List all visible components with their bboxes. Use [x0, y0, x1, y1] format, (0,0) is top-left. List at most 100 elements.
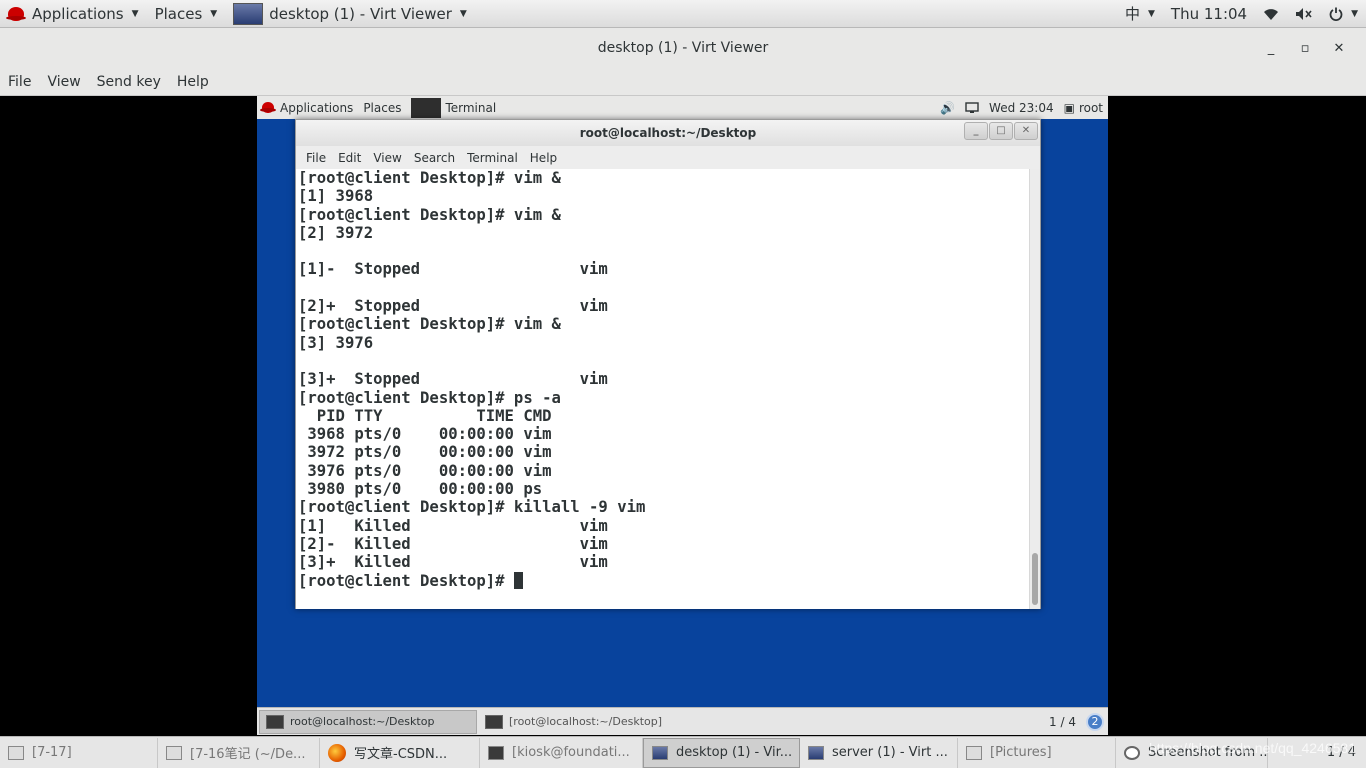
- terminal-menu-terminal[interactable]: Terminal: [461, 151, 524, 165]
- terminal-prompt-line[interactable]: [root@client Desktop]#: [298, 571, 1028, 590]
- host-top-panel: Applications ▼ Places ▼ desktop (1) - Vi…: [0, 0, 1366, 28]
- terminal-line: [root@client Desktop]# ps -a: [298, 388, 561, 407]
- guest-taskbar: root@localhost:~/Desktop [root@localhost…: [257, 707, 1108, 735]
- terminal-menu-file[interactable]: File: [300, 151, 332, 165]
- host-places-label: Places: [154, 4, 203, 23]
- terminal-menu-view[interactable]: View: [367, 151, 407, 165]
- file-icon: [8, 745, 24, 760]
- guest-clock[interactable]: Wed 23:04: [984, 101, 1059, 115]
- guest-places-menu[interactable]: Places: [358, 101, 406, 115]
- chevron-down-icon: ▼: [1351, 8, 1358, 19]
- guest-pager-label: 1 / 4: [1049, 714, 1076, 729]
- user-icon: ▣: [1063, 100, 1075, 115]
- virt-viewer-icon: [808, 745, 824, 760]
- redhat-logo-icon: [260, 102, 276, 113]
- magnifier-icon: [1124, 745, 1140, 760]
- terminal-icon: [488, 745, 504, 760]
- viewer-title: desktop (1) - Virt Viewer: [597, 40, 769, 56]
- terminal-line: [3] 3976: [298, 333, 374, 352]
- notification-badge[interactable]: 2: [1086, 712, 1104, 731]
- host-task-kiosk-terminal[interactable]: [kiosk@foundati...: [480, 737, 643, 768]
- host-task-label: server (1) - Virt ...: [832, 745, 948, 760]
- firefox-icon: [328, 743, 346, 762]
- terminal-menu-edit[interactable]: Edit: [332, 151, 367, 165]
- terminal-line: [2]- Killed vim: [298, 534, 608, 553]
- redhat-logo-icon: [6, 6, 26, 21]
- terminal-line: [3]+ Stopped vim: [298, 370, 608, 389]
- host-window-menu[interactable]: desktop (1) - Virt Viewer ▼: [225, 0, 475, 28]
- scrollbar-thumb[interactable]: [1032, 553, 1038, 605]
- terminal-icon: [485, 714, 503, 729]
- guest-user-label: root: [1078, 100, 1103, 115]
- terminal-titlebar: root@localhost:~/Desktop _ □ ✕: [296, 120, 1040, 146]
- terminal-line: [3]+ Killed vim: [298, 553, 608, 572]
- watermark: https://blog.csdn.net/qq_4246581: [1148, 740, 1356, 756]
- host-status-area: 中 ▼ Thu 11:04 ▼: [1117, 0, 1366, 28]
- viewer-menubar: File View Send key Help: [0, 68, 1366, 96]
- terminal-line: [1] Killed vim: [298, 516, 608, 535]
- guest-applications-menu[interactable]: Applications: [257, 101, 358, 115]
- terminal-maximize-button[interactable]: □: [989, 122, 1013, 140]
- chevron-down-icon: ▼: [210, 8, 218, 19]
- host-task-desktop-viewer[interactable]: desktop (1) - Vir...: [643, 737, 800, 768]
- guest-task-terminal-2[interactable]: [root@localhost:~/Desktop]: [479, 710, 697, 734]
- guest-task-terminal[interactable]: root@localhost:~/Desktop: [259, 709, 477, 734]
- host-applications-menu[interactable]: Applications ▼: [0, 0, 147, 28]
- terminal-menu-search[interactable]: Search: [408, 151, 461, 165]
- guest-user-menu[interactable]: ▣ root: [1059, 101, 1108, 115]
- guest-task-label: root@localhost:~/Desktop: [290, 715, 435, 728]
- host-applications-label: Applications: [32, 4, 124, 23]
- host-task-server-viewer[interactable]: server (1) - Virt ...: [800, 737, 958, 768]
- host-task-label: [Pictures]: [990, 745, 1052, 760]
- terminal-scrollbar[interactable]: [1029, 169, 1040, 609]
- terminal-line: [1]- Stopped vim: [298, 260, 608, 279]
- host-task-label: [7-17]: [32, 745, 72, 760]
- host-task-pictures[interactable]: [Pictures]: [958, 737, 1116, 768]
- terminal-menu-help[interactable]: Help: [524, 151, 563, 165]
- terminal-line: 3976 pts/0 00:00:00 vim: [298, 461, 552, 480]
- terminal-menubar: File Edit View Search Terminal Help: [296, 146, 1040, 169]
- terminal-line: PID TTY TIME CMD: [298, 406, 552, 425]
- guest-terminal-launcher[interactable]: Terminal: [406, 97, 501, 118]
- terminal-line: [2] 3972: [298, 223, 374, 242]
- close-button[interactable]: ✕: [1322, 41, 1356, 56]
- host-places-menu[interactable]: Places ▼: [147, 0, 226, 28]
- volume-muted-icon[interactable]: [1287, 0, 1321, 28]
- terminal-line: [1] 3968: [298, 187, 374, 206]
- text-editor-icon: [166, 745, 182, 760]
- host-clock[interactable]: Thu 11:04: [1163, 0, 1255, 28]
- minimize-button[interactable]: _: [1254, 41, 1288, 56]
- speaker-icon[interactable]: 🔊: [935, 101, 960, 115]
- terminal-line: [root@client Desktop]# vim &: [298, 315, 561, 334]
- input-method-label: 中: [1124, 5, 1140, 23]
- folder-icon: [966, 745, 982, 760]
- viewer-titlebar: desktop (1) - Virt Viewer _ ▫ ✕: [0, 28, 1366, 68]
- terminal-close-button[interactable]: ✕: [1014, 122, 1038, 140]
- guest-task-label: [root@localhost:~/Desktop]: [509, 715, 663, 728]
- terminal-line: 3968 pts/0 00:00:00 vim: [298, 425, 552, 444]
- host-task-label: 写文章-CSDN...: [354, 747, 448, 762]
- maximize-button[interactable]: ▫: [1288, 41, 1322, 56]
- host-window-title: desktop (1) - Virt Viewer: [269, 4, 452, 23]
- host-task-notes[interactable]: [7-16笔记 (~/De...: [158, 737, 320, 768]
- host-task-firefox[interactable]: 写文章-CSDN...: [320, 737, 480, 768]
- wifi-icon[interactable]: [1255, 0, 1287, 28]
- viewer-menu-send-key[interactable]: Send key: [89, 74, 169, 90]
- viewer-menu-file[interactable]: File: [0, 74, 39, 90]
- terminal-window[interactable]: root@localhost:~/Desktop _ □ ✕ File Edit…: [295, 119, 1041, 609]
- host-task-label: desktop (1) - Vir...: [676, 745, 793, 760]
- guest-display[interactable]: Applications Places Terminal 🔊 Wed 23:04…: [257, 96, 1108, 735]
- terminal-minimize-button[interactable]: _: [964, 122, 988, 140]
- terminal-output[interactable]: [root@client Desktop]# vim & [1] 3968 [r…: [296, 169, 1030, 609]
- chevron-down-icon: ▼: [131, 8, 139, 19]
- power-icon[interactable]: ▼: [1321, 0, 1366, 28]
- input-method-indicator[interactable]: 中 ▼: [1117, 0, 1163, 28]
- host-task-7-17[interactable]: [7-17]: [0, 737, 158, 768]
- network-icon[interactable]: [960, 101, 984, 114]
- viewer-menu-view[interactable]: View: [39, 74, 88, 90]
- terminal-icon: [266, 714, 284, 729]
- viewer-menu-help[interactable]: Help: [169, 74, 217, 90]
- guest-workspace-pager[interactable]: 1 / 4 2: [1049, 712, 1108, 731]
